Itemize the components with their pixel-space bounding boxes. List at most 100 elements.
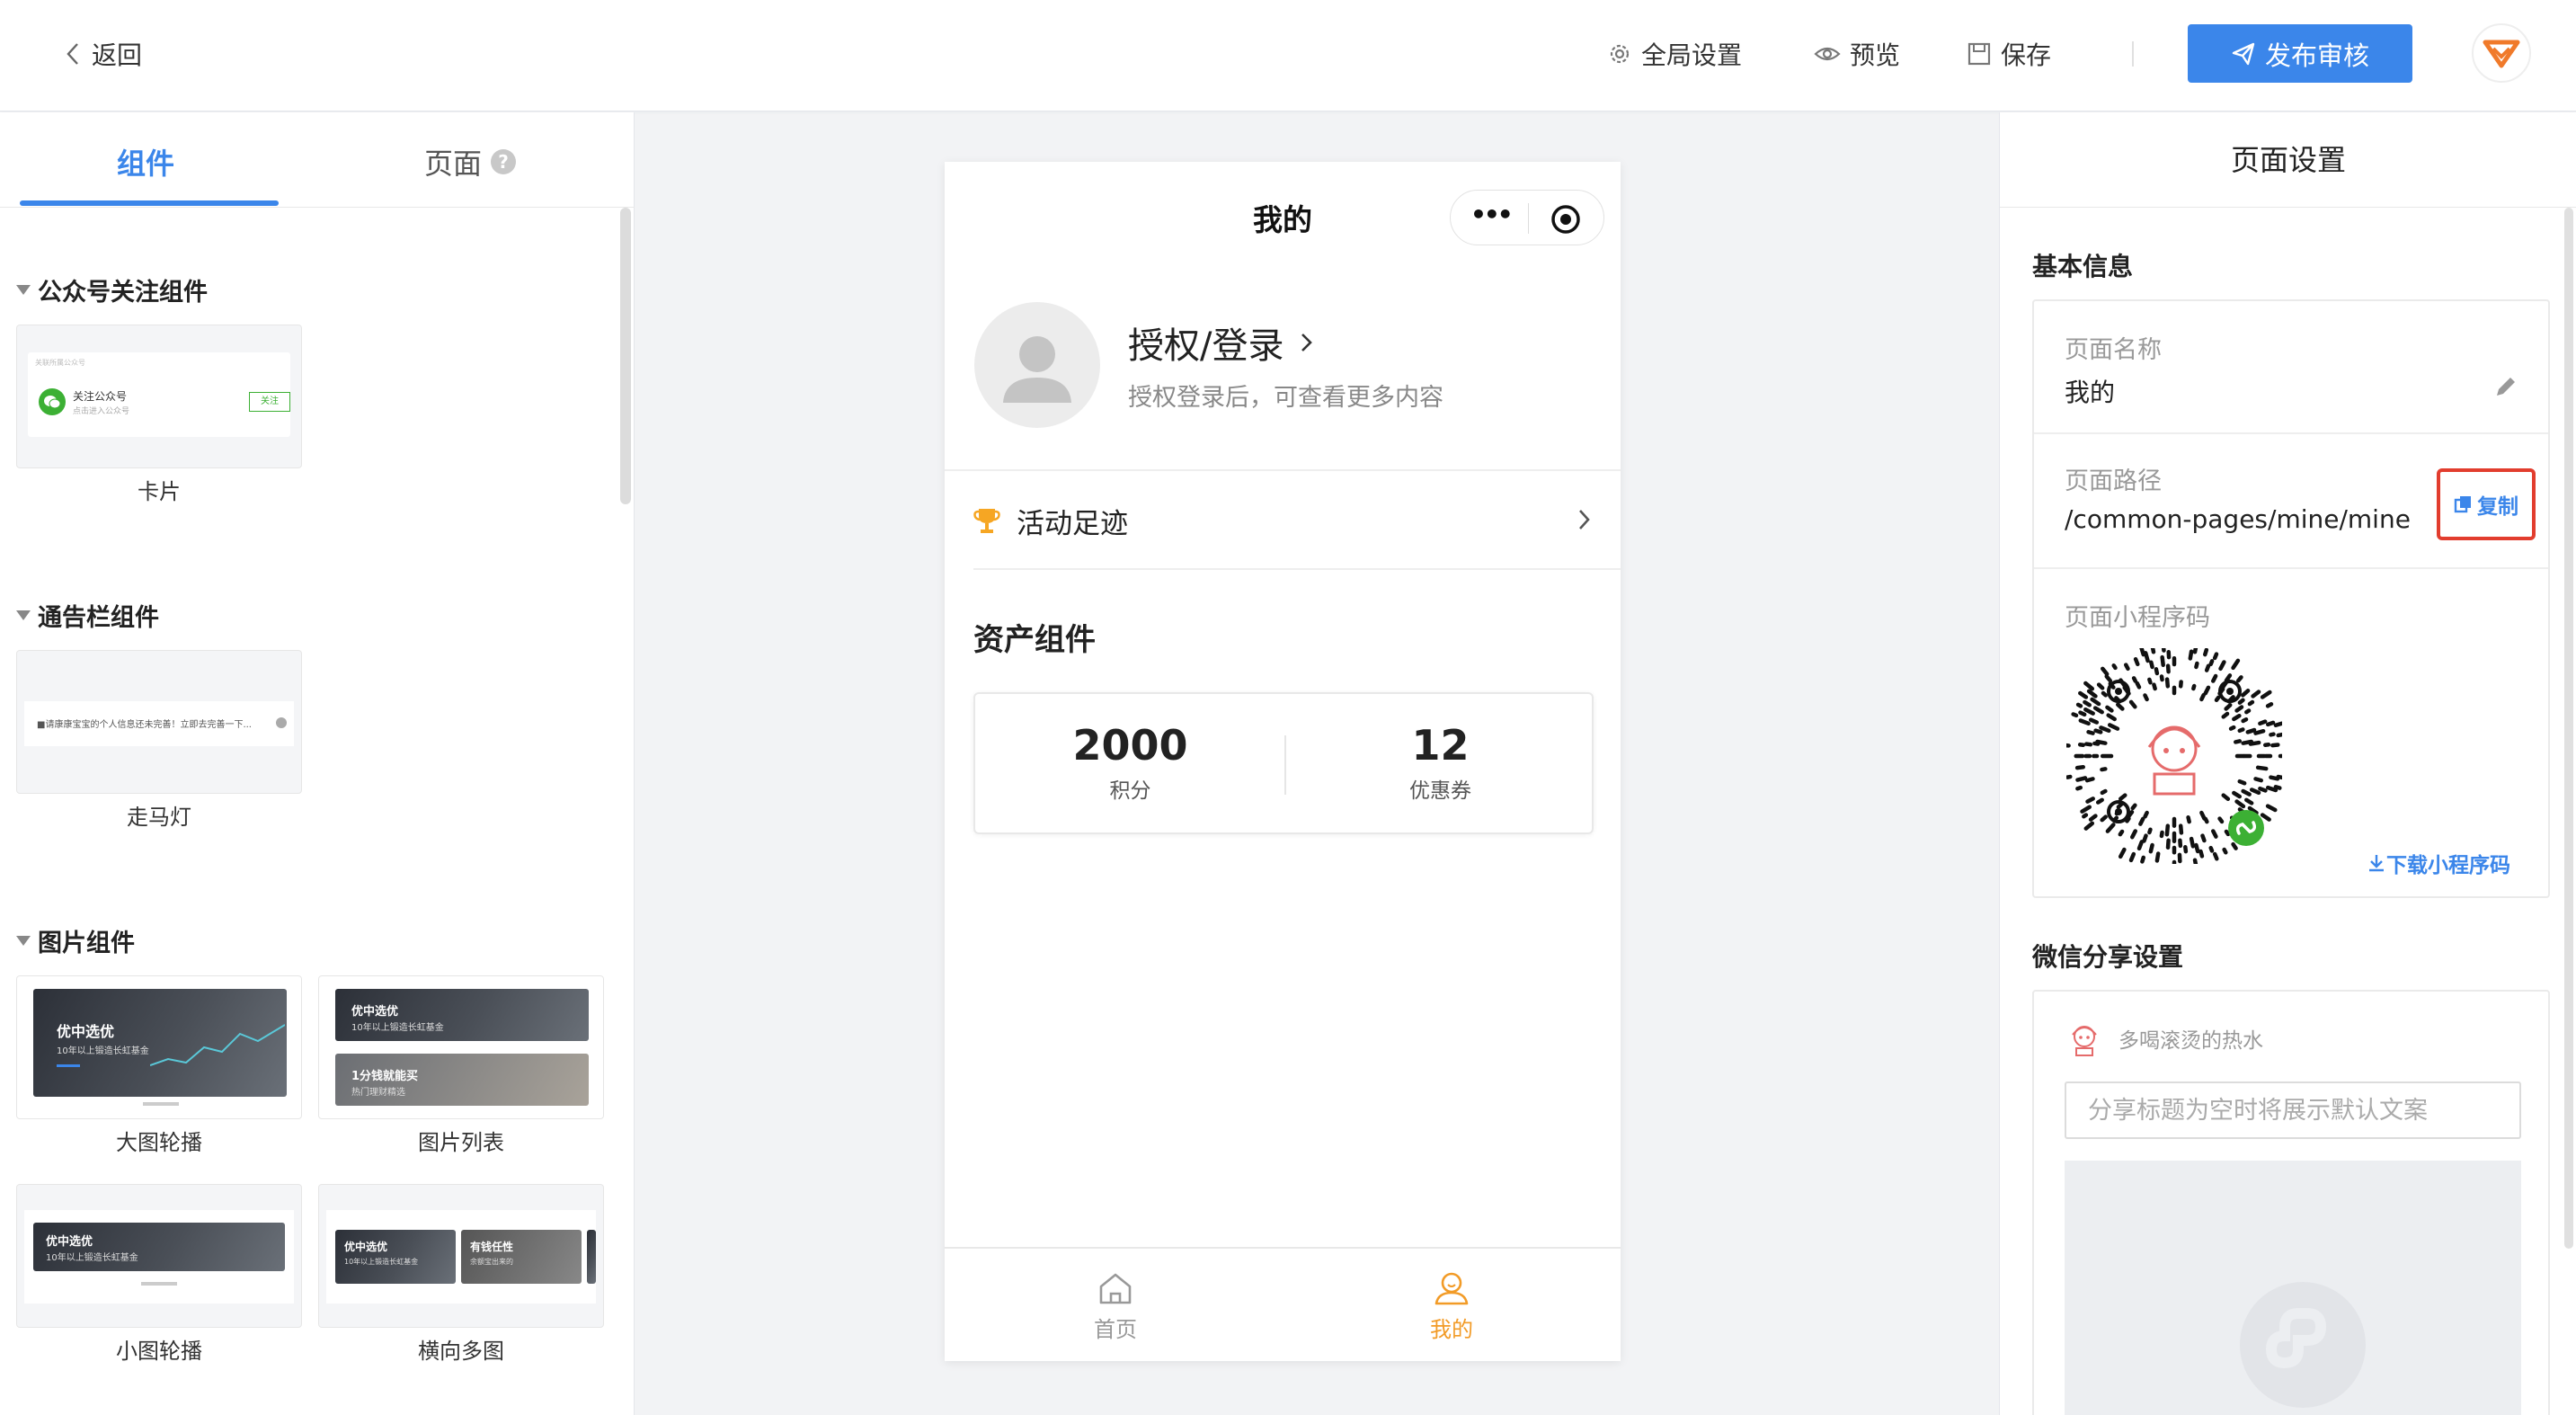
share-image-placeholder[interactable] bbox=[2065, 1161, 2521, 1415]
wechat-icon bbox=[39, 388, 66, 415]
asset-coupons[interactable]: 12 优惠券 bbox=[1285, 723, 1595, 804]
collapse-triangle-icon bbox=[16, 285, 31, 295]
preview-title: 优中选优 bbox=[351, 1005, 399, 1019]
miniprogram-qr-code bbox=[2066, 648, 2282, 864]
tab-page[interactable]: 页面 ? bbox=[424, 141, 517, 182]
download-qr-link[interactable]: 下载小程序码 bbox=[2367, 848, 2510, 878]
login-link[interactable]: 授权/登录 bbox=[1128, 316, 1314, 369]
page-path-value: /common-pages/mine/mine bbox=[2065, 504, 2411, 534]
download-icon bbox=[2369, 855, 2384, 872]
avatar[interactable] bbox=[974, 302, 1100, 428]
active-tab-indicator bbox=[20, 200, 279, 206]
more-icon[interactable]: ••• bbox=[1470, 200, 1514, 229]
page-name-label: 页面名称 bbox=[2065, 336, 2162, 364]
preview-sub: 10年以上锻造长虹基金 bbox=[46, 1253, 138, 1263]
preview-title: 优中选优 bbox=[57, 1023, 115, 1040]
card-label: 卡片 bbox=[138, 479, 181, 504]
section-image-title[interactable]: 图片组件 bbox=[16, 923, 135, 958]
brand-logo-icon bbox=[2483, 40, 2520, 68]
activity-label: 活动足迹 bbox=[1017, 507, 1128, 540]
preview-button[interactable]: 预览 bbox=[1814, 34, 1900, 74]
component-card-marquee[interactable]: ■请康康宝宝的个人信息还未完善！立即去完善一下... bbox=[16, 650, 302, 794]
card-preview: 优中选优 10年以上锻造长虹基金 bbox=[24, 1210, 294, 1304]
page-name-value: 我的 bbox=[2065, 378, 2116, 407]
preview-title: 有钱任性 bbox=[470, 1241, 514, 1253]
phone-preview: 我的 ••• 授权/登录 授权登录后，可查看更多内容 活动足迹 资产组件 200… bbox=[945, 162, 1621, 1361]
card-preview: 关联所属公众号 关注公众号 点击进入公众号 关注 bbox=[28, 352, 290, 437]
basic-info-title: 基本信息 bbox=[2032, 252, 2134, 281]
page-settings-panel: 页面设置 基本信息 页面名称 我的 页面路径 /common-pages/min… bbox=[1999, 112, 2576, 1415]
chevron-right-icon bbox=[1579, 510, 1590, 530]
share-settings-title: 微信分享设置 bbox=[2032, 942, 2184, 972]
gear-icon bbox=[1610, 44, 1630, 64]
back-label: 返回 bbox=[92, 40, 143, 70]
collapse-triangle-icon bbox=[16, 936, 31, 946]
tab-mine[interactable]: 我的 bbox=[1398, 1270, 1506, 1343]
card-label: 图片列表 bbox=[418, 1130, 504, 1155]
copy-icon bbox=[2454, 496, 2471, 513]
scrollbar[interactable] bbox=[620, 208, 631, 504]
back-button[interactable]: 返回 bbox=[65, 34, 142, 74]
asset-section-title: 资产组件 bbox=[973, 622, 1096, 658]
send-icon bbox=[2232, 42, 2255, 65]
section-notice-title[interactable]: 通告栏组件 bbox=[16, 598, 159, 633]
stock-chart-decoration bbox=[150, 1024, 285, 1066]
card-preview: 优中选优 10年以上锻造长虹基金 有钱任性 余额宝出来的 bbox=[326, 1210, 596, 1304]
asset-card: 2000 积分 12 优惠券 bbox=[973, 692, 1594, 834]
tab-page-label: 页面 bbox=[424, 147, 483, 181]
multi-image-1: 优中选优 10年以上锻造长虹基金 bbox=[335, 1230, 456, 1284]
miniprogram-capsule[interactable]: ••• bbox=[1450, 190, 1604, 245]
user-icon bbox=[1435, 1272, 1469, 1305]
component-card-horizontal-multi[interactable]: 优中选优 10年以上锻造长虹基金 有钱任性 余额宝出来的 bbox=[318, 1184, 604, 1328]
tab-label: 首页 bbox=[1094, 1317, 1137, 1342]
multi-image-3 bbox=[587, 1230, 596, 1284]
asset-value: 12 bbox=[1411, 721, 1470, 770]
share-user-name: 多喝滚烫的热水 bbox=[2119, 1029, 2263, 1053]
asset-points[interactable]: 2000 积分 bbox=[975, 723, 1285, 804]
component-card-follow[interactable]: 关联所属公众号 关注公众号 点击进入公众号 关注 bbox=[16, 325, 302, 468]
card-preview-1: 优中选优 10年以上锻造长虹基金 bbox=[335, 989, 589, 1041]
preview-title: 优中选优 bbox=[344, 1241, 388, 1253]
carousel-image: 优中选优 10年以上锻造长虹基金 bbox=[33, 1223, 285, 1271]
copy-path-button[interactable]: 复制 bbox=[2437, 468, 2536, 540]
page-path-label: 页面路径 bbox=[2065, 467, 2162, 495]
activity-footprint-row[interactable]: 活动足迹 bbox=[973, 471, 1621, 570]
trophy-icon bbox=[973, 509, 1000, 533]
component-card-big-carousel[interactable]: 优中选优 10年以上锻造长虹基金 bbox=[16, 975, 302, 1119]
save-label: 保存 bbox=[2001, 40, 2052, 70]
preview-title: 优中选优 bbox=[46, 1235, 93, 1249]
tab-home[interactable]: 首页 bbox=[1061, 1270, 1169, 1343]
field-divider bbox=[2034, 567, 2548, 569]
global-settings-button[interactable]: 全局设置 bbox=[1607, 34, 1742, 74]
share-title-input[interactable] bbox=[2065, 1081, 2521, 1139]
user-silhouette-icon bbox=[1003, 336, 1071, 403]
carousel-dots bbox=[141, 1282, 177, 1286]
scrollbar[interactable] bbox=[2564, 208, 2573, 1249]
help-icon[interactable]: ? bbox=[491, 149, 517, 174]
divider bbox=[973, 568, 1621, 570]
edit-pencil-icon[interactable] bbox=[2492, 373, 2519, 400]
global-settings-label: 全局设置 bbox=[1641, 40, 1743, 70]
component-card-image-list[interactable]: 优中选优 10年以上锻造长虹基金 1分钱就能买 热门理财精选 bbox=[318, 975, 604, 1119]
account-avatar[interactable] bbox=[2472, 23, 2531, 83]
preview-title: 1分钱就能买 bbox=[351, 1070, 419, 1083]
collapse-triangle-icon bbox=[16, 610, 31, 620]
publish-review-button[interactable]: 发布审核 bbox=[2188, 24, 2412, 83]
component-card-small-carousel[interactable]: 优中选优 10年以上锻造长虹基金 bbox=[16, 1184, 302, 1328]
home-icon bbox=[1099, 1273, 1132, 1304]
card-label: 横向多图 bbox=[418, 1339, 504, 1364]
field-divider bbox=[2034, 432, 2548, 434]
save-button[interactable]: 保存 bbox=[1967, 34, 2051, 74]
close-circle-icon[interactable] bbox=[1550, 203, 1582, 236]
preview-sub: 10年以上锻造长虹基金 bbox=[351, 1023, 444, 1033]
section-label: 图片组件 bbox=[38, 930, 135, 957]
card-preview: ■请康康宝宝的个人信息还未完善！立即去完善一下... bbox=[24, 701, 294, 746]
preview-sub: 点击进入公众号 bbox=[73, 407, 130, 416]
section-follow-title[interactable]: 公众号关注组件 bbox=[16, 272, 208, 307]
preview-sub: 10年以上锻造长虹基金 bbox=[57, 1046, 149, 1056]
preview-sub: 热门理财精选 bbox=[351, 1088, 405, 1098]
tab-components[interactable]: 组件 bbox=[117, 141, 174, 182]
login-title: 授权/登录 bbox=[1128, 325, 1284, 367]
preview-title: 关注公众号 bbox=[73, 390, 128, 403]
basic-info-box: 页面名称 我的 页面路径 /common-pages/mine/mine 复制 … bbox=[2032, 299, 2550, 898]
